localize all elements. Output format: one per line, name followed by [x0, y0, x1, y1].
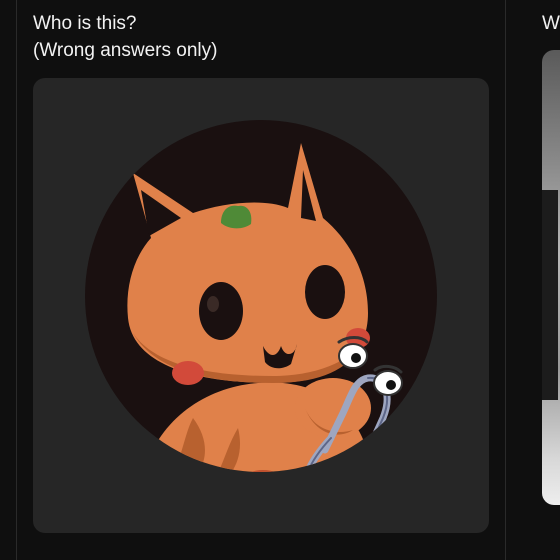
post-caption: Who is this? (Wrong answers only): [33, 10, 493, 64]
orange-fox-cat-with-paperclip-icon: [85, 120, 437, 472]
post-image[interactable]: [33, 78, 489, 533]
post-card: Who is this? (Wrong answers only): [16, 0, 506, 560]
next-post-caption: W: [542, 13, 560, 34]
caption-line-2: (Wrong answers only): [33, 40, 218, 61]
feed-viewport: Who is this? (Wrong answers only) W: [0, 0, 560, 560]
next-post-image-shadow: [542, 190, 558, 400]
caption-line-1: Who is this?: [33, 13, 137, 34]
next-post-card: W: [526, 0, 560, 560]
next-post-image[interactable]: [542, 50, 560, 505]
